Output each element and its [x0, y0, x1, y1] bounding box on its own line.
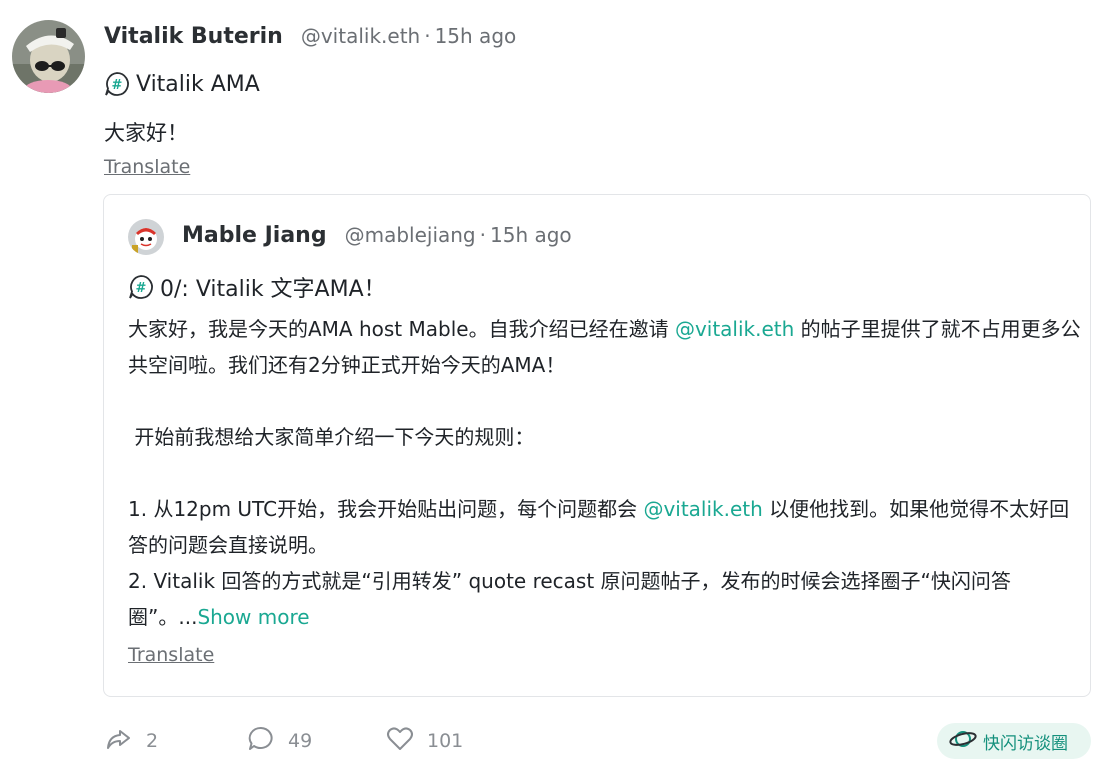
- quoted-paragraph: 2. Vitalik 回答的方式就是“引用转发” quote recast 原问…: [128, 563, 1083, 635]
- post-channel[interactable]: # Vitalik AMA: [104, 71, 260, 97]
- quoted-post-card[interactable]: Mable Jiang @mablejiang · 15h ago # 0/: …: [103, 194, 1091, 697]
- channel-pill[interactable]: 快闪访谈圈: [937, 723, 1091, 759]
- planet-icon: [949, 727, 977, 755]
- quoted-translate-link[interactable]: Translate: [128, 644, 214, 666]
- quoted-post-channel[interactable]: # 0/: Vitalik 文字AMA！: [128, 271, 386, 303]
- translate-link[interactable]: Translate: [104, 156, 190, 178]
- quoted-post-body: 大家好，我是今天的AMA host Mable。自我介绍已经在邀请 @vital…: [128, 311, 1083, 635]
- action-bar: 2 49 101: [104, 722, 463, 760]
- author-handle[interactable]: @vitalik.eth: [301, 24, 420, 48]
- quoted-paragraph: 1. 从12pm UTC开始，我会开始贴出问题，每个问题都会 @vitalik.…: [128, 491, 1083, 563]
- post-header: Vitalik Buterin @vitalik.eth · 15h ago: [104, 24, 516, 52]
- quoted-post-time[interactable]: 15h ago: [490, 223, 572, 247]
- channel-name: Vitalik AMA: [136, 71, 260, 97]
- share-arrow-icon: [104, 724, 134, 758]
- post-text: 大家好！: [104, 121, 188, 145]
- quoted-post-header: Mable Jiang @mablejiang · 15h ago: [182, 223, 572, 248]
- post-time[interactable]: 15h ago: [435, 24, 517, 48]
- quoted-paragraph: 大家好，我是今天的AMA host Mable。自我介绍已经在邀请 @vital…: [128, 311, 1083, 383]
- quoted-author-handle[interactable]: @mablejiang: [345, 223, 476, 247]
- quoted-text: 1. 从12pm UTC开始，我会开始贴出问题，每个问题都会: [128, 497, 644, 521]
- show-more-link[interactable]: Show more: [197, 605, 309, 629]
- svg-text:#: #: [112, 78, 123, 93]
- quoted-text: 大家好，我是今天的AMA host Mable。自我介绍已经在邀请: [128, 317, 675, 341]
- author-name[interactable]: Vitalik Buterin: [104, 24, 283, 49]
- separator-dot: ·: [479, 223, 486, 247]
- mention-link[interactable]: @vitalik.eth: [675, 317, 794, 341]
- hashtag-channel-icon: #: [128, 274, 154, 300]
- mention-link[interactable]: @vitalik.eth: [643, 497, 762, 521]
- separator-dot: ·: [424, 24, 431, 48]
- quoted-author-avatar[interactable]: [128, 219, 164, 255]
- comment-bubble-icon: [246, 724, 276, 758]
- like-count: 101: [427, 730, 464, 752]
- reply-button[interactable]: 49: [246, 724, 385, 758]
- author-avatar[interactable]: [12, 20, 85, 93]
- heart-icon: [385, 724, 415, 758]
- quoted-paragraph: 开始前我想给大家简单介绍一下今天的规则：: [128, 425, 535, 449]
- channel-pill-label: 快闪访谈圈: [983, 733, 1068, 754]
- hashtag-channel-icon: #: [104, 71, 130, 97]
- quoted-author-name[interactable]: Mable Jiang: [182, 223, 327, 248]
- reply-count: 49: [288, 730, 313, 752]
- recast-count: 2: [146, 730, 159, 752]
- recast-button[interactable]: 2: [104, 724, 246, 758]
- svg-text:#: #: [136, 281, 147, 296]
- like-button[interactable]: 101: [385, 724, 463, 758]
- quoted-channel-name: 0/: Vitalik 文字AMA！: [160, 277, 386, 302]
